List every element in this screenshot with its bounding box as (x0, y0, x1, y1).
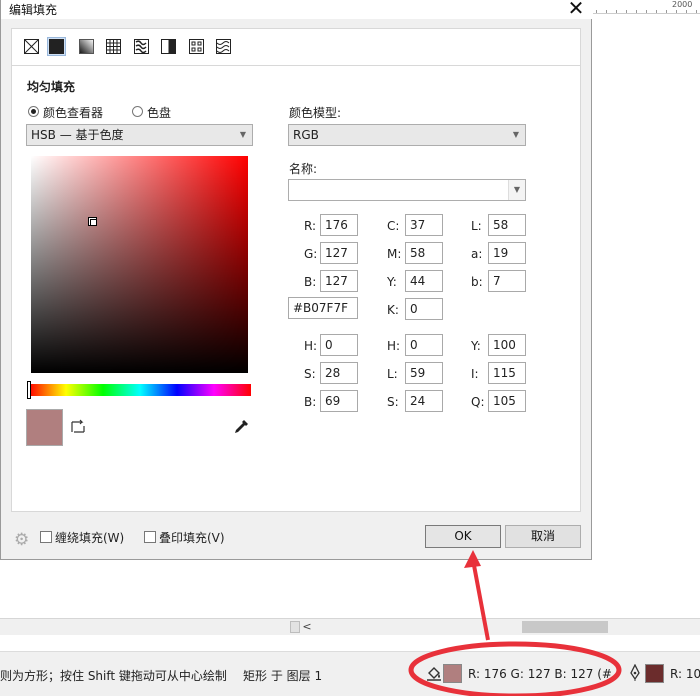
chevron-down-icon: ▼ (512, 130, 519, 139)
fill-type-toolbar (11, 28, 581, 66)
lab-b-input[interactable]: 7 (488, 270, 526, 292)
page-nav-box[interactable] (290, 621, 300, 633)
horizontal-ruler: 2000 (590, 0, 700, 14)
color-name-combobox[interactable]: ▼ (288, 179, 526, 201)
gear-icon[interactable]: ⚙ (14, 530, 29, 550)
yiq-q-label: Q: (471, 395, 485, 409)
scrollbar-thumb[interactable] (522, 621, 608, 633)
yiq-y-label: Y: (471, 339, 481, 353)
ruler-label: 2000 (672, 0, 693, 9)
m-label: M: (387, 247, 402, 261)
cmyk-k-input[interactable]: 0 (405, 298, 443, 320)
hue-slider[interactable] (29, 384, 251, 396)
hls-h-label: H: (387, 339, 401, 353)
status-hint: 则为方形；按住 Shift 键拖动可从中心绘制 (0, 669, 227, 683)
vector-pattern-icon[interactable] (104, 37, 123, 56)
wrap-fill-label[interactable]: 缠绕填充(W) (55, 529, 124, 546)
section-title: 均匀填充 (27, 80, 76, 94)
c-label: C: (387, 219, 400, 233)
edit-fill-dialog: 编辑填充 ✕ 均匀填充 颜色查看器 色盘 HSB — 基于色度 ▼ 颜色模型: … (0, 0, 593, 560)
hls-l-input[interactable]: 59 (405, 362, 443, 384)
cancel-button[interactable]: 取消 (505, 525, 581, 548)
palette-label[interactable]: 色盘 (147, 104, 171, 121)
hls-l-label: L: (387, 367, 398, 381)
hls-s-input[interactable]: 24 (405, 390, 443, 412)
name-label: 名称: (289, 162, 318, 176)
dialog-titlebar[interactable]: 编辑填充 ✕ (1, 0, 593, 19)
hls-s-label: S: (387, 395, 399, 409)
uniform-fill-icon[interactable] (47, 37, 66, 56)
fountain-fill-icon[interactable] (77, 37, 96, 56)
postscript-fill-icon[interactable] (214, 37, 233, 56)
two-color-pattern-icon[interactable] (159, 37, 178, 56)
hsb-b-input[interactable]: 69 (320, 390, 358, 412)
hls-h-input[interactable]: 0 (405, 334, 443, 356)
wrap-fill-checkbox[interactable] (40, 531, 52, 543)
lab-b-label: b: (471, 275, 483, 289)
pen-outline-icon[interactable] (628, 663, 642, 686)
chevron-down-icon[interactable]: ▼ (508, 180, 525, 200)
eyedropper-icon[interactable] (233, 419, 249, 437)
cmyk-y-input[interactable]: 44 (405, 270, 443, 292)
hex-input[interactable]: #B07F7F (288, 297, 358, 319)
color-viewer-label[interactable]: 颜色查看器 (43, 104, 103, 121)
ok-button[interactable]: OK (425, 525, 501, 548)
yiq-i-input[interactable]: 115 (488, 362, 526, 384)
color-saturation-brightness-field[interactable] (31, 156, 248, 373)
b-label: B: (304, 275, 317, 289)
texture-fill-icon[interactable] (187, 37, 206, 56)
rgb-g-input[interactable]: 127 (320, 242, 358, 264)
current-color-preview (26, 409, 63, 446)
viewer-type-dropdown[interactable]: HSB — 基于色度 ▼ (26, 124, 253, 146)
fill-bucket-icon[interactable] (425, 664, 443, 686)
rgb-b-input[interactable]: 127 (320, 270, 358, 292)
bitmap-pattern-icon[interactable] (132, 37, 151, 56)
hue-slider-handle[interactable] (27, 381, 31, 399)
outline-color-swatch[interactable] (645, 664, 664, 683)
no-fill-icon[interactable] (22, 37, 41, 56)
lab-l-input[interactable]: 58 (488, 214, 526, 236)
r-label: R: (304, 219, 317, 233)
chevron-down-icon: ▼ (239, 130, 246, 139)
hsb-s-label: S: (304, 367, 316, 381)
fill-color-swatch[interactable] (443, 664, 462, 683)
status-object-info: 矩形 于 图层 1 (243, 669, 323, 683)
swap-colors-icon[interactable] (69, 418, 87, 440)
g-label: G: (304, 247, 318, 261)
palette-radio[interactable] (132, 106, 143, 117)
yiq-i-label: I: (471, 367, 479, 381)
lab-l-label: L: (471, 219, 482, 233)
lab-a-input[interactable]: 19 (488, 242, 526, 264)
cmyk-m-input[interactable]: 58 (405, 242, 443, 264)
hsb-b-label: B: (304, 395, 317, 409)
rgb-r-input[interactable]: 176 (320, 214, 358, 236)
cmyk-c-input[interactable]: 37 (405, 214, 443, 236)
hsb-h-input[interactable]: 0 (320, 334, 358, 356)
drawing-canvas[interactable] (590, 14, 700, 618)
outline-color-readout: R: 10 (670, 667, 700, 681)
color-model-dropdown[interactable]: RGB ▼ (288, 124, 526, 146)
hsb-h-label: H: (304, 339, 318, 353)
k-label: K: (387, 303, 399, 317)
status-bar: 则为方形；按住 Shift 键拖动可从中心绘制 矩形 于 图层 1 R: 176… (0, 651, 700, 696)
overprint-fill-label[interactable]: 叠印填充(V) (159, 529, 225, 546)
hsb-s-input[interactable]: 28 (320, 362, 358, 384)
color-picker-handle[interactable] (88, 217, 97, 226)
viewer-type-value: HSB — 基于色度 (31, 128, 124, 142)
scroll-left-button[interactable]: < (300, 620, 314, 634)
overprint-fill-checkbox[interactable] (144, 531, 156, 543)
color-model-label: 颜色模型: (289, 106, 342, 120)
yiq-q-input[interactable]: 105 (488, 390, 526, 412)
horizontal-scrollbar[interactable]: < (0, 618, 700, 635)
yiq-y-input[interactable]: 100 (488, 334, 526, 356)
y-label: Y: (387, 275, 397, 289)
fill-color-readout: R: 176 G: 127 B: 127 (# (468, 667, 612, 681)
color-model-value: RGB (293, 128, 319, 142)
close-button[interactable]: ✕ (563, 0, 589, 19)
dialog-title: 编辑填充 (9, 3, 58, 17)
lab-a-label: a: (471, 247, 483, 261)
color-viewer-radio[interactable] (28, 106, 39, 117)
